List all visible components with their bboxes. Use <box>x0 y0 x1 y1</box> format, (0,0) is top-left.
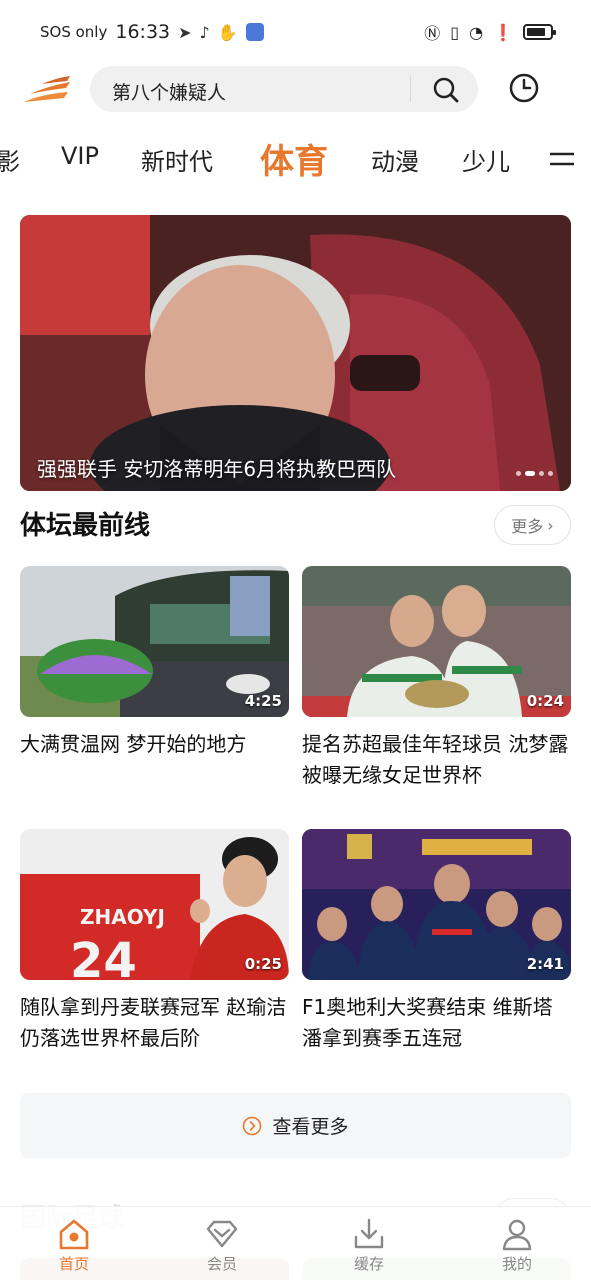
video-duration: 0:25 <box>244 955 282 973</box>
video-thumbnail[interactable]: 0:24 <box>302 566 571 717</box>
banner-caption: 强强联手 安切洛蒂明年6月将执教巴西队 <box>37 457 397 481</box>
tab-sports[interactable]: 体育 <box>260 134 328 183</box>
tab-anime[interactable]: 动漫 <box>371 142 419 177</box>
header: 第八个嫌疑人 <box>0 64 591 114</box>
view-more-label: 查看更多 <box>272 1116 349 1138</box>
video-card[interactable]: 0:24 提名苏超最佳年轻球员 沈梦露被曝无缘女足世界杯 <box>302 566 571 791</box>
video-card[interactable]: 2:41 F1奥地利大奖赛结束 维斯塔潘拿到赛季五连冠 <box>302 829 571 1054</box>
video-duration: 2:41 <box>526 955 564 973</box>
video-title[interactable]: F1奥地利大奖赛结束 维斯塔潘拿到赛季五连冠 <box>302 992 571 1054</box>
video-duration: 4:25 <box>244 692 282 710</box>
nav-profile[interactable]: 我的 <box>477 1217 557 1274</box>
nav-label: 会员 <box>206 1255 237 1273</box>
home-icon <box>59 1219 89 1250</box>
more-button[interactable]: 更多 › <box>494 505 571 545</box>
channel-tabs: 影 VIP 新时代 体育 动漫 少儿 <box>0 130 591 188</box>
app-logo[interactable] <box>20 72 72 108</box>
search-input[interactable]: 第八个嫌疑人 <box>112 78 226 105</box>
video-duration: 0:24 <box>526 692 564 710</box>
nav-label: 缓存 <box>353 1255 384 1273</box>
hand-icon: ✋ <box>217 22 238 42</box>
pagination-dot-active <box>525 471 535 476</box>
tab-kids[interactable]: 少儿 <box>462 142 510 177</box>
chevron-right-icon: › <box>547 515 554 535</box>
clock: 16:33 <box>115 21 171 43</box>
video-title[interactable]: 提名苏超最佳年轻球员 沈梦露被曝无缘女足世界杯 <box>302 729 571 791</box>
wifi-icon: ◔ <box>469 22 484 42</box>
status-bar: SOS only 16:33 ➤ ♪ ✋ Ⓝ ▯ ◔ ❗ <box>0 0 591 64</box>
pagination-dot <box>539 471 544 476</box>
alert-icon: ❗ <box>493 22 513 42</box>
view-more-button[interactable]: 查看更多 <box>20 1093 571 1158</box>
jersey-number: 24 <box>70 933 137 980</box>
section-title: 体坛最前线 <box>20 511 151 541</box>
video-card[interactable]: ZHAOYJ 24 0:25 随队拿到丹麦联赛冠军 赵瑜洁仍落选世界杯最后阶 <box>20 829 289 1054</box>
tab-new-era[interactable]: 新时代 <box>141 142 213 177</box>
bell-icon: ♪ <box>199 22 210 42</box>
nfc-icon: Ⓝ <box>424 24 441 43</box>
tab-vip[interactable]: VIP <box>61 142 99 170</box>
search-divider <box>410 76 411 102</box>
jersey-name: ZHAOYJ <box>80 905 165 929</box>
vibrate-icon: ▯ <box>450 22 460 42</box>
circle-chevron-icon <box>243 1116 262 1135</box>
nav-label: 首页 <box>58 1255 89 1273</box>
vip-diamond-icon <box>206 1220 238 1248</box>
banner-image <box>20 215 571 491</box>
status-right: Ⓝ ▯ ◔ ❗ <box>424 20 556 44</box>
nav-vip[interactable]: 会员 <box>182 1217 262 1274</box>
status-left: SOS only 16:33 ➤ ♪ ✋ <box>40 21 264 43</box>
profile-icon <box>502 1219 532 1251</box>
video-thumbnail[interactable]: ZHAOYJ 24 0:25 <box>20 829 289 980</box>
banner-pagination <box>516 471 553 476</box>
more-label: 更多 <box>511 517 544 536</box>
telegram-icon: ➤ <box>178 22 192 42</box>
download-icon <box>354 1218 384 1249</box>
video-thumbnail[interactable]: 4:25 <box>20 566 289 717</box>
video-card[interactable]: 4:25 大满贯温网 梦开始的地方 <box>20 566 289 760</box>
tab-movie[interactable]: 影 <box>0 142 20 177</box>
app-notification-icon <box>245 23 264 41</box>
nav-home[interactable]: 首页 <box>34 1217 114 1274</box>
carrier-text: SOS only <box>40 23 108 41</box>
nav-downloads[interactable]: 缓存 <box>329 1217 409 1274</box>
search-icon[interactable] <box>432 76 460 104</box>
video-thumbnail[interactable]: 2:41 <box>302 829 571 980</box>
search-bar[interactable]: 第八个嫌疑人 <box>90 66 478 112</box>
channel-menu-icon[interactable] <box>549 148 575 170</box>
bottom-nav: 首页 会员 缓存 我的 <box>0 1206 591 1280</box>
pagination-dot <box>516 471 521 476</box>
video-title[interactable]: 大满贯温网 梦开始的地方 <box>20 729 289 760</box>
hero-banner[interactable]: 强强联手 安切洛蒂明年6月将执教巴西队 <box>20 215 571 491</box>
history-icon[interactable] <box>508 72 540 104</box>
pagination-dot <box>548 471 553 476</box>
video-title[interactable]: 随队拿到丹麦联赛冠军 赵瑜洁仍落选世界杯最后阶 <box>20 992 289 1054</box>
nav-label: 我的 <box>501 1255 532 1273</box>
battery-icon <box>523 24 556 40</box>
